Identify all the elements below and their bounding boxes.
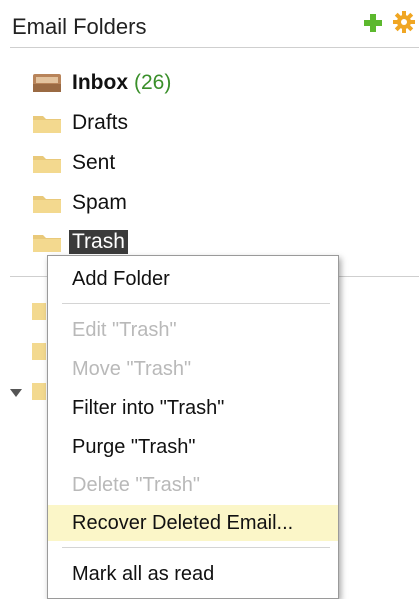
menu-edit-folder: Edit "Trash" (72, 318, 177, 341)
menu-purge-folder[interactable]: Purge "Trash" (48, 429, 338, 465)
folder-label: Trash (69, 230, 128, 254)
folder-icon (32, 343, 46, 360)
menu-mark-all-read[interactable]: Mark all as read (48, 556, 338, 592)
menu-add-folder[interactable]: Add Folder (48, 261, 338, 297)
folder-icon (33, 116, 61, 133)
menu-separator (62, 303, 330, 304)
folder-inbox[interactable]: Inbox (26) (32, 67, 171, 99)
menu-recover-deleted[interactable]: Recover Deleted Email... (48, 505, 338, 541)
folder-label: Spam (72, 191, 127, 214)
menu-move-folder: Move "Trash" (72, 357, 192, 380)
panel-title: Email Folders (12, 14, 147, 39)
menu-filter-into[interactable]: Filter into "Trash" (48, 390, 338, 426)
folder-icon (33, 156, 61, 173)
folder-icon (32, 383, 46, 400)
menu-separator (62, 547, 330, 548)
folder-trash[interactable]: Trash (32, 226, 128, 258)
folder-context-menu: Add Folder Edit "Trash" Move "Trash" Fil… (47, 255, 339, 599)
folder-spam[interactable]: Spam (32, 187, 127, 219)
folder-sent[interactable]: Sent (32, 147, 115, 179)
folder-label: Inbox (72, 71, 128, 94)
folder-icon (33, 196, 61, 213)
folder-drafts[interactable]: Drafts (32, 107, 128, 139)
folder-icon (32, 303, 46, 320)
header-divider (10, 47, 419, 48)
unread-count: (26) (134, 71, 172, 94)
folder-label: Drafts (72, 111, 129, 134)
folder-label: Sent (72, 151, 116, 174)
folder-icon (33, 235, 61, 252)
disclosure-triangle-icon[interactable] (10, 389, 22, 397)
menu-delete-folder: Delete "Trash" (72, 473, 200, 496)
gear-icon[interactable] (392, 10, 416, 34)
inbox-tray-icon (33, 74, 61, 92)
plus-icon[interactable] (362, 12, 384, 34)
